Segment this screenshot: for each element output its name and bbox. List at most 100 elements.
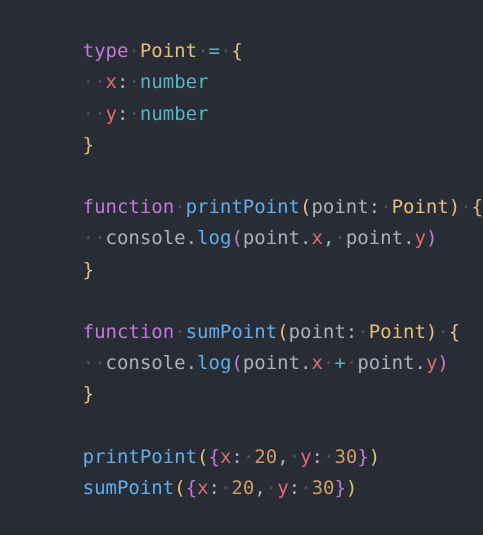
property-x: x — [105, 71, 117, 94]
code-line[interactable]: printPoint({x:·20,·y:·30}) — [14, 410, 483, 468]
whitespace-dot: · — [345, 352, 358, 375]
code-area[interactable]: type·Point·=·{ ··x:·number ··y:·number }… — [14, 5, 483, 499]
dot: . — [300, 352, 312, 375]
code-line[interactable]: function·printPoint(point:·Point)·{ — [14, 161, 483, 218]
comma: , — [322, 227, 335, 250]
colon: : — [288, 476, 301, 499]
code-line[interactable]: function·sumPoint(point:·Point)·{ — [14, 286, 483, 343]
whitespace-dot: · — [265, 476, 278, 499]
property-y: y — [105, 102, 117, 125]
code-editor[interactable]: type·Point·=·{ ··x:·number ··y:·number }… — [0, 0, 483, 499]
open-paren: ( — [174, 476, 186, 499]
indent-dots: ·· — [82, 71, 106, 94]
colon: : — [116, 102, 129, 125]
whitespace-dot: · — [174, 196, 186, 219]
open-paren: ( — [197, 445, 209, 468]
function-name-sumPoint: sumPoint — [185, 320, 278, 343]
indent-dots: ·· — [82, 102, 106, 125]
property-y: y — [277, 476, 289, 499]
console-object: console — [105, 227, 186, 250]
close-paren: ) — [345, 476, 358, 499]
number-literal: 30 — [311, 476, 335, 499]
open-paren: ( — [300, 196, 312, 219]
open-paren: ( — [277, 320, 289, 343]
whitespace-dot: · — [242, 445, 255, 468]
whitespace-dot: · — [219, 40, 232, 63]
param-point: point — [242, 227, 301, 250]
open-brace: { — [208, 445, 220, 468]
close-brace: } — [82, 258, 95, 281]
type-name: Point — [391, 196, 449, 219]
param-point: point — [242, 352, 301, 375]
open-brace: { — [231, 40, 243, 63]
close-paren: ) — [425, 320, 438, 343]
comma: , — [254, 476, 266, 499]
open-brace: { — [471, 196, 483, 219]
property-y: y — [414, 227, 426, 250]
property-x: x — [311, 352, 323, 375]
open-paren: ( — [231, 227, 243, 250]
operator-assign: = — [208, 40, 220, 63]
dot: . — [185, 352, 198, 375]
colon: : — [368, 196, 381, 219]
whitespace-dot: · — [288, 445, 301, 468]
param-point: point — [288, 320, 346, 343]
indent-dots: ·· — [82, 352, 106, 375]
whitespace-dot: · — [357, 320, 369, 343]
number-literal: 20 — [231, 476, 255, 499]
type-number: number — [139, 71, 209, 94]
close-paren: ) — [437, 352, 449, 375]
dot: . — [300, 227, 312, 250]
close-paren: ) — [448, 196, 461, 219]
whitespace-dot: · — [128, 71, 140, 94]
property-y: y — [425, 352, 438, 375]
whitespace-dot: · — [128, 102, 140, 125]
close-brace: } — [82, 383, 95, 406]
colon: : — [311, 445, 323, 468]
property-x: x — [311, 227, 323, 250]
function-call-sumPoint: sumPoint — [82, 476, 175, 499]
keyword-type: type — [82, 40, 129, 63]
open-brace: { — [448, 320, 461, 343]
colon: : — [231, 445, 243, 468]
property-y: y — [300, 445, 312, 468]
function-call-printPoint: printPoint — [82, 445, 198, 468]
close-brace: } — [82, 133, 95, 156]
whitespace-dot: · — [300, 476, 312, 499]
dot: . — [185, 227, 198, 250]
open-brace: { — [185, 476, 198, 499]
whitespace-dot: · — [197, 40, 209, 63]
property-x: x — [197, 476, 209, 499]
property-x: x — [219, 445, 232, 468]
number-literal: 30 — [334, 445, 358, 468]
operator-plus: + — [334, 352, 346, 375]
whitespace-dot: · — [323, 445, 335, 468]
whitespace-dot: · — [334, 227, 346, 250]
whitespace-dot: · — [219, 476, 232, 499]
param-point: point — [311, 196, 369, 219]
colon: : — [345, 320, 358, 343]
param-point: point — [345, 227, 404, 250]
keyword-function: function — [82, 320, 175, 343]
code-line[interactable]: type·Point·=·{ — [14, 5, 483, 62]
dot: . — [403, 227, 415, 250]
function-name-log: log — [197, 227, 232, 250]
keyword-function: function — [82, 196, 175, 219]
function-name-printPoint: printPoint — [185, 196, 300, 219]
comma: , — [277, 445, 289, 468]
close-brace: } — [334, 476, 346, 499]
open-paren: ( — [231, 352, 243, 375]
function-name-log: log — [197, 352, 232, 375]
param-point: point — [357, 352, 415, 375]
whitespace-dot: · — [174, 320, 186, 343]
close-paren: ) — [425, 227, 438, 250]
whitespace-dot: · — [380, 196, 392, 219]
whitespace-dot: · — [437, 320, 449, 343]
colon: : — [208, 476, 220, 499]
number-literal: 20 — [254, 445, 278, 468]
colon: : — [116, 71, 129, 94]
type-name: Point — [368, 320, 426, 343]
close-paren: ) — [368, 445, 381, 468]
close-brace: } — [357, 445, 369, 468]
whitespace-dot: · — [128, 40, 140, 63]
